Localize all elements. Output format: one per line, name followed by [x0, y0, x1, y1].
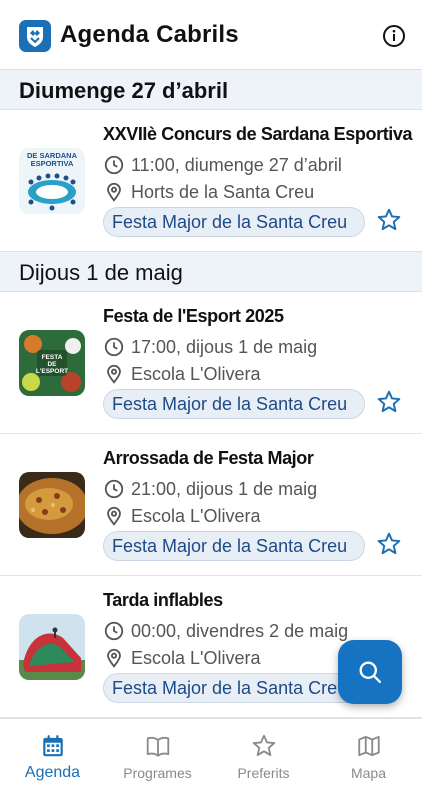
event-time-label: 21:00, dijous 1 de maig — [131, 478, 318, 499]
thumb-line: L'ESPORT — [36, 368, 68, 375]
nav-item-preferits[interactable]: Preferits — [211, 719, 316, 800]
nav-label: Programes — [123, 765, 192, 781]
event-place: Horts de la Santa Creu — [103, 180, 314, 204]
clock-icon — [104, 621, 124, 641]
program-chip-label: Festa Major de la Santa Creu — [112, 536, 348, 556]
clock-icon — [104, 337, 124, 357]
program-chip[interactable]: Festa Major de la Santa Creu — [103, 389, 365, 419]
search-icon — [359, 661, 382, 684]
nav-label: Mapa — [350, 765, 387, 781]
date-header: Diumenge 27 d’abril — [0, 69, 422, 110]
event-time: 11:00, diumenge 27 d’abril — [103, 153, 342, 177]
star-icon — [252, 734, 276, 757]
event-place-label: Escola L'Olivera — [131, 363, 261, 384]
date-header-label: Dijous 1 de maig — [19, 260, 183, 285]
map-icon — [358, 735, 380, 757]
search-fab-button[interactable] — [338, 640, 402, 704]
bottom-nav: Agenda Programes Preferits Mapa — [0, 718, 422, 800]
event-time: 17:00, dijous 1 de maig — [103, 335, 317, 359]
event-title: Tarda inflables — [103, 590, 223, 610]
program-chip[interactable]: Festa Major de la Santa Creu — [103, 673, 365, 703]
event-card[interactable]: DE SARDANA ESPORTIVA XXVIIè Concurs de S… — [0, 110, 422, 252]
date-header-label: Diumenge 27 d’abril — [19, 78, 229, 103]
event-title: Arrossada de Festa Major — [103, 448, 314, 468]
event-time: 00:00, divendres 2 de maig — [103, 619, 348, 643]
event-place: Escola L'Olivera — [103, 504, 261, 528]
clock-icon — [104, 479, 124, 499]
date-header: Dijous 1 de maig — [0, 251, 422, 292]
program-chip[interactable]: Festa Major de la Santa Creu — [103, 531, 365, 561]
app-header: Agenda Cabrils — [0, 0, 422, 70]
thumb-line: DE — [47, 361, 57, 368]
info-icon[interactable] — [382, 24, 406, 48]
thumb-line: FESTA — [42, 354, 63, 361]
app-title: Agenda Cabrils — [60, 21, 239, 48]
event-thumbnail — [19, 472, 85, 538]
program-chip[interactable]: Festa Major de la Santa Creu — [103, 207, 365, 237]
event-place-label: Horts de la Santa Creu — [131, 181, 315, 202]
location-pin-icon — [107, 364, 121, 384]
favorite-star-icon[interactable] — [376, 389, 402, 415]
favorite-star-icon[interactable] — [376, 207, 402, 233]
event-time: 21:00, dijous 1 de maig — [103, 477, 317, 501]
event-place: Escola L'Olivera — [103, 362, 261, 386]
location-pin-icon — [107, 506, 121, 526]
event-thumbnail: FESTA DE L'ESPORT — [19, 330, 85, 396]
nav-label: Preferits — [237, 765, 290, 781]
program-chip-label: Festa Major de la Santa Creu — [112, 212, 348, 232]
clock-icon — [104, 155, 124, 175]
nav-item-mapa[interactable]: Mapa — [316, 719, 421, 800]
nav-item-programes[interactable]: Programes — [105, 719, 210, 800]
event-place-label: Escola L'Olivera — [131, 505, 261, 526]
book-icon — [146, 736, 170, 757]
nav-label: Agenda — [24, 764, 81, 781]
calendar-icon — [43, 735, 63, 757]
nav-item-agenda[interactable]: Agenda — [0, 719, 105, 800]
location-pin-icon — [107, 648, 121, 668]
event-time-label: 11:00, diumenge 27 d’abril — [131, 154, 342, 175]
thumb-line: ESPORTIVA — [31, 159, 74, 168]
event-place: Escola L'Olivera — [103, 646, 261, 670]
event-card[interactable]: Arrossada de Festa Major 21:00, dijous 1… — [0, 434, 422, 576]
event-time-label: 00:00, divendres 2 de maig — [131, 620, 349, 641]
event-time-label: 17:00, dijous 1 de maig — [131, 336, 318, 357]
event-place-label: Escola L'Olivera — [131, 647, 261, 668]
event-thumbnail: DE SARDANA ESPORTIVA — [19, 148, 85, 214]
favorite-star-icon[interactable] — [376, 531, 402, 557]
event-thumbnail — [19, 614, 85, 680]
event-title: XXVIIè Concurs de Sardana Esportiva — [103, 124, 413, 144]
event-card[interactable]: FESTA DE L'ESPORT Festa de l'Esport 2025… — [0, 292, 422, 434]
location-pin-icon — [107, 182, 121, 202]
program-chip-label: Festa Major de la Santa Creu — [112, 394, 348, 414]
program-chip-label: Festa Major de la Santa Creu — [112, 678, 348, 698]
event-title: Festa de l'Esport 2025 — [103, 306, 284, 326]
town-shield-icon — [19, 20, 51, 52]
